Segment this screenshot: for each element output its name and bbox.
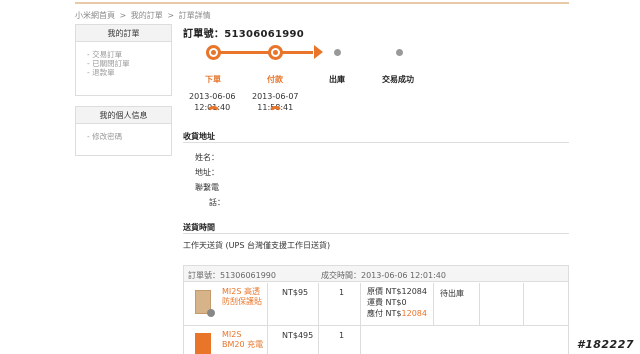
product-name-line1: MI2S bbox=[222, 330, 242, 339]
address-divider bbox=[183, 142, 569, 143]
breadcrumb-separator: > bbox=[167, 11, 175, 20]
progress-arrow-icon bbox=[314, 45, 323, 59]
order-items-table: 訂單號：51306061990 成交時間：2013-06-06 12:01:40… bbox=[183, 265, 569, 354]
order-number: 51306061990 bbox=[224, 29, 305, 40]
breadcrumb-current: 訂單詳情 bbox=[178, 11, 211, 20]
step-shipped-label: 出庫 bbox=[329, 75, 345, 84]
shipping-time-value: 工作天送貨 (UPS 台灣僅支援工作日送貨) bbox=[183, 241, 331, 250]
order-table-time: 成交時間：2013-06-06 12:01:40 bbox=[321, 270, 446, 281]
address-phone-label: 聯繫電 bbox=[195, 183, 219, 192]
page-title: 訂單號：51306061990 bbox=[183, 25, 304, 40]
breadcrumb-separator: > bbox=[119, 11, 127, 20]
order-progress: 下單 付款 出庫 交易成功 2013-06-06 12:01:40 2013-0… bbox=[183, 40, 443, 120]
product-name-line2: BM20 充電 bbox=[222, 340, 264, 349]
product-name-link[interactable]: MI2S 高透 防刮保護貼 bbox=[222, 287, 262, 307]
order-table-time-label: 成交時間： bbox=[321, 271, 361, 280]
step-completed-label: 交易成功 bbox=[382, 75, 414, 84]
sidebar-orders-box: 我的訂單 - 交易訂單 - 已關閉訂單 - 退款單 bbox=[75, 24, 172, 96]
order-table-number: 訂單號：51306061990 bbox=[188, 270, 276, 281]
summary-original-value: NT$12084 bbox=[385, 287, 427, 296]
product-qty: 1 bbox=[339, 331, 345, 340]
product-qty: 1 bbox=[339, 288, 345, 297]
address-address-label: 地址： bbox=[195, 168, 219, 177]
table-row: MI2S BM20 充電 NT$495 1 bbox=[184, 326, 568, 354]
product-cell: MI2S BM20 充電 bbox=[184, 326, 268, 354]
sidebar-profile-title: 我的個人信息 bbox=[76, 107, 171, 124]
step-paid-node bbox=[268, 45, 283, 60]
summary-shipping-label: 運費 bbox=[367, 298, 386, 307]
order-number-label: 訂單號： bbox=[183, 29, 225, 40]
watermark-text: #182227 bbox=[576, 338, 634, 351]
breadcrumb-orders-link[interactable]: 我的訂單 bbox=[131, 11, 163, 20]
sidebar-orders-title: 我的訂單 bbox=[76, 25, 171, 42]
shipping-section-title: 送貨時間 bbox=[183, 223, 215, 232]
summary-original: 原價 NT$12084 bbox=[367, 286, 427, 297]
summary-shipping: 運費 NT$0 bbox=[367, 297, 407, 308]
order-table-number-label: 訂單號： bbox=[188, 271, 220, 280]
sidebar-profile-box: 我的個人信息 - 修改密碼 bbox=[75, 106, 172, 156]
step-paid-ring-icon bbox=[268, 106, 283, 121]
step-paid-date: 2013-06-07 bbox=[252, 92, 299, 101]
product-cell: MI2S 高透 防刮保護貼 bbox=[184, 283, 268, 325]
progress-bar-filled bbox=[213, 51, 313, 54]
address-section-title: 收貨地址 bbox=[183, 132, 215, 141]
sidebar-item-closed-orders[interactable]: - 已關閉訂單 bbox=[87, 59, 171, 68]
order-table-number-value: 51306061990 bbox=[220, 271, 276, 280]
step-ordered-node bbox=[206, 45, 221, 60]
step-ordered-label: 下單 bbox=[205, 75, 221, 84]
sidebar-item-refunds[interactable]: - 退款單 bbox=[87, 68, 171, 77]
product-name-line2: 防刮保護貼 bbox=[222, 297, 262, 306]
top-divider bbox=[75, 2, 569, 4]
empty-cell bbox=[480, 283, 524, 325]
summary-paid: 應付 NT$12084 bbox=[367, 308, 427, 319]
product-price: NT$95 bbox=[282, 288, 309, 297]
sidebar-orders-list: - 交易訂單 - 已關閉訂單 - 退款單 bbox=[76, 42, 171, 85]
summary-paid-prefix: NT$ bbox=[385, 309, 402, 318]
summary-original-label: 原價 bbox=[367, 287, 386, 296]
product-price: NT$495 bbox=[282, 331, 314, 340]
address-name-label: 姓名： bbox=[195, 153, 219, 162]
summary-paid-label: 應付 bbox=[367, 309, 386, 318]
address-phone-label-cont: 話： bbox=[209, 198, 225, 207]
table-row: MI2S 高透 防刮保護貼 NT$95 1 原價 NT$12084 運費 NT$… bbox=[184, 283, 568, 326]
step-shipped-node bbox=[334, 49, 341, 56]
badge-icon bbox=[207, 309, 215, 317]
summary-shipping-value: NT$0 bbox=[385, 298, 407, 307]
status-badge: 待出庫 bbox=[440, 289, 464, 298]
step-completed-node bbox=[396, 49, 403, 56]
sidebar-item-trade-orders[interactable]: - 交易訂單 bbox=[87, 50, 171, 59]
order-table-time-value: 2013-06-06 12:01:40 bbox=[361, 271, 446, 280]
order-table-header: 訂單號：51306061990 成交時間：2013-06-06 12:01:40 bbox=[184, 266, 568, 282]
step-paid-label: 付款 bbox=[267, 75, 283, 84]
step-ordered-date: 2013-06-06 bbox=[189, 92, 236, 101]
product-thumbnail[interactable] bbox=[195, 333, 211, 354]
product-name-line1: MI2S 高透 bbox=[222, 287, 260, 296]
product-name-link[interactable]: MI2S BM20 充電 bbox=[222, 330, 263, 350]
shipping-divider bbox=[183, 233, 569, 234]
summary-paid-value: 12084 bbox=[401, 309, 427, 318]
breadcrumb-home-link[interactable]: 小米網首頁 bbox=[75, 11, 115, 20]
sidebar-profile-list: - 修改密碼 bbox=[76, 124, 171, 149]
step-ordered-ring-icon bbox=[206, 106, 221, 121]
breadcrumb: 小米網首頁 > 我的訂單 > 訂單詳情 bbox=[75, 10, 213, 21]
sidebar-item-change-password[interactable]: - 修改密碼 bbox=[87, 132, 171, 141]
